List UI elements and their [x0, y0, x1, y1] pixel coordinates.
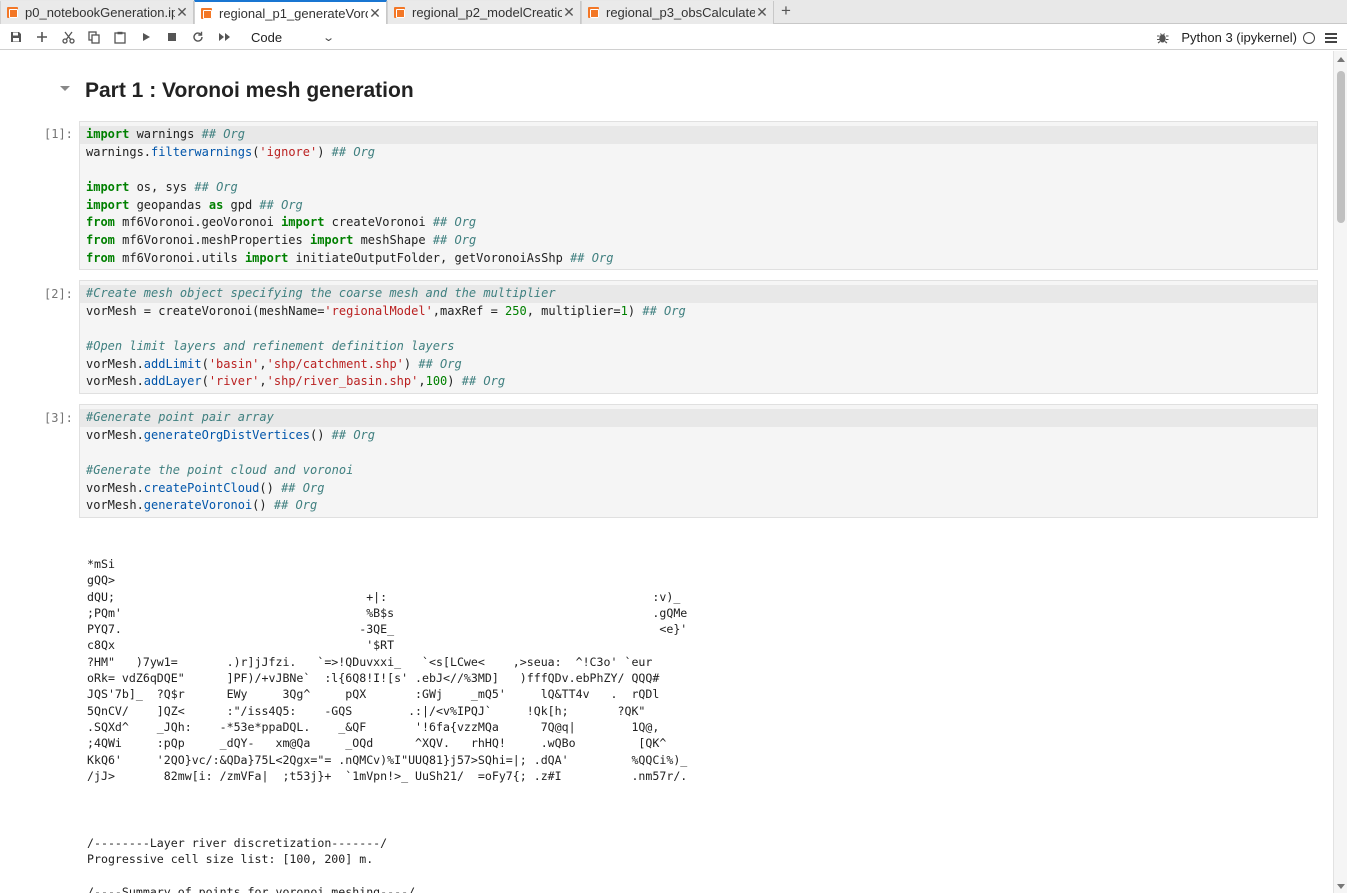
debugger-bug-icon[interactable] [1156, 31, 1169, 44]
code-line: from mf6Voronoi.utils import initiateOut… [86, 250, 614, 265]
output-line: dQU; +|: :v)_ [87, 589, 681, 604]
output-line: /--------Layer river discretization-----… [87, 836, 388, 850]
close-icon[interactable]: ✕ [755, 4, 769, 21]
scroll-down-arrow-icon[interactable] [1337, 884, 1345, 889]
output-line: .SQXd^ _JQh: -*53e*ppaDQL. _&QF '!6fa{vz… [87, 719, 660, 734]
tab-label: regional_p3_obsCalculated [606, 5, 755, 20]
tab-bar: p0_notebookGeneration.ip ✕ regional_p1_g… [0, 0, 1347, 24]
notebook-icon [588, 7, 599, 18]
output-line: /----Summary of points for voronoi meshi… [87, 884, 416, 893]
cell-type-value: Code [251, 29, 283, 45]
plus-icon [37, 32, 47, 42]
code-line: #Open limit layers and refinement defini… [86, 339, 455, 354]
code-cell-2[interactable]: #Create mesh object specifying the coars… [79, 280, 1318, 394]
interrupt-kernel-button[interactable] [159, 26, 185, 48]
close-icon[interactable]: ✕ [368, 5, 382, 22]
output-line: 5QnCV/ ]QZ< :"/iss4Q5: -GQS .:|/<v%IPQJ`… [87, 703, 646, 718]
cell-type-select[interactable]: Code ⌄ [251, 29, 335, 45]
restart-icon [193, 31, 203, 42]
notebook-toolbar: Code ⌄ Python 3 (ipykernel) [0, 25, 1347, 50]
output-line: PYQ7. -3QE_ <e}' [87, 622, 688, 637]
tab-label: p0_notebookGeneration.ip [25, 5, 175, 20]
run-cell-button[interactable] [133, 26, 159, 48]
code-line: vorMesh.generateVoronoi() ## Org [86, 498, 318, 513]
code-line: import os, sys ## Org [86, 180, 238, 195]
output-line: Progressive cell size list: [100, 200] m… [87, 852, 374, 867]
code-line: import warnings ## Org [80, 126, 1317, 144]
output-line: ?HM" )7yw1= .)r]jJfzi. `=>!QDuvxxi_ `<s[… [87, 654, 653, 669]
insert-cell-button[interactable] [29, 26, 55, 48]
notebook-icon [201, 7, 212, 19]
code-line: vorMesh.createPointCloud() ## Org [86, 480, 325, 495]
code-cell-3[interactable]: #Generate point pair array vorMesh.genera… [79, 404, 1318, 518]
code-line: vorMesh = createVoronoi(meshName='region… [86, 303, 686, 318]
save-button[interactable] [3, 26, 29, 48]
code-line: #Generate the point cloud and voronoi [86, 463, 354, 478]
cell-output-ascii-art: *mSi gQQ> dQU; +|: :v)_ ;PQm' %B$s .gQMe PYQ… [87, 556, 687, 784]
output-line: ;4QWi :pQp _dQY- xm@Qa _OQd ^XQV. rhHQ! … [87, 736, 667, 751]
output-line: gQQ> [87, 573, 115, 588]
kernel-area: Python 3 (ipykernel) [1156, 25, 1337, 50]
copy-cell-button[interactable] [81, 26, 107, 48]
play-icon [143, 33, 150, 41]
tab-p0-notebook-generation[interactable]: p0_notebookGeneration.ip ✕ [0, 1, 194, 24]
scrollbar-thumb[interactable] [1337, 71, 1345, 223]
cell-prompt: [1]: [44, 127, 73, 141]
cell-prompt: [2]: [44, 287, 73, 301]
cell-prompt: [3]: [44, 411, 73, 425]
close-icon[interactable]: ✕ [562, 4, 576, 21]
output-line: KkQ6' '2QO}vc/:&QDa}75L<2Qgx="= .nQMCv)%… [87, 752, 688, 767]
output-line: /jJ> 82mw[i: /zmVFa| ;t53j}+ `1mVpn!>_ U… [87, 768, 688, 783]
output-line: *mSi [87, 557, 115, 571]
code-line: vorMesh.addLayer('river','shp/river_basi… [86, 374, 506, 389]
menu-icon[interactable] [1325, 32, 1337, 43]
output-line: c8Qx '$RT [87, 638, 395, 653]
restart-run-all-button[interactable] [211, 26, 237, 48]
code-line: #Create mesh object specifying the coars… [80, 285, 1317, 303]
kernel-status-idle-icon [1303, 31, 1315, 44]
code-line: import geopandas as gpd ## Org [86, 197, 303, 212]
cell-output-log: /--------Layer river discretization-----… [87, 835, 415, 893]
code-line: vorMesh.addLimit('basin','shp/catchment.… [86, 356, 462, 371]
code-line: from mf6Voronoi.geoVoronoi import create… [86, 215, 477, 230]
tab-regional-p3-obs-calculated[interactable]: regional_p3_obsCalculated ✕ [581, 1, 774, 24]
output-line: JQS'7b]_ ?Q$r EWy 3Qg^ pQX :GWj _mQ5' lQ… [87, 687, 660, 702]
close-icon[interactable]: ✕ [175, 4, 189, 21]
tab-regional-p2-model-creation[interactable]: regional_p2_modelCreatio ✕ [387, 1, 581, 24]
collapse-heading-icon[interactable] [60, 86, 70, 91]
code-line: from mf6Voronoi.meshProperties import me… [86, 233, 477, 248]
paste-cell-button[interactable] [107, 26, 133, 48]
output-line: oRk= vdZ6qDQE" ]PF)/+vJBNe` :l{6Q8!I![s'… [87, 671, 660, 686]
code-line: warnings.filterwarnings('ignore') ## Org [86, 144, 376, 159]
fast-forward-icon [218, 33, 230, 41]
copy-icon [88, 30, 100, 44]
code-line: vorMesh.generateOrgDistVertices() ## Org [86, 427, 376, 442]
kernel-name[interactable]: Python 3 (ipykernel) [1181, 30, 1297, 45]
new-tab-button[interactable]: + [775, 2, 797, 22]
stop-icon [168, 33, 176, 41]
cut-cell-button[interactable] [55, 26, 81, 48]
tab-regional-p1-generate-voronoi[interactable]: regional_p1_generateVoro ✕ [194, 0, 387, 24]
output-line: ;PQm' %B$s .gQMe [87, 605, 688, 620]
scroll-up-arrow-icon[interactable] [1337, 57, 1345, 62]
code-line: #Generate point pair array [80, 409, 1317, 427]
scissors-icon [61, 31, 75, 44]
paste-icon [114, 31, 126, 44]
tab-label: regional_p1_generateVoro [219, 5, 368, 21]
notebook-panel: Part 1 : Voronoi mesh generation [1]: im… [0, 51, 1333, 893]
notebook-icon [394, 7, 405, 18]
notebook-icon [7, 7, 18, 18]
vertical-scrollbar[interactable] [1333, 51, 1347, 893]
tab-label: regional_p2_modelCreatio [412, 5, 562, 20]
restart-kernel-button[interactable] [185, 26, 211, 48]
chevron-down-icon: ⌄ [321, 31, 335, 44]
save-icon [11, 32, 21, 42]
markdown-heading: Part 1 : Voronoi mesh generation [85, 79, 414, 102]
code-cell-1[interactable]: import warnings ## Org warnings.filterwar… [79, 121, 1318, 270]
